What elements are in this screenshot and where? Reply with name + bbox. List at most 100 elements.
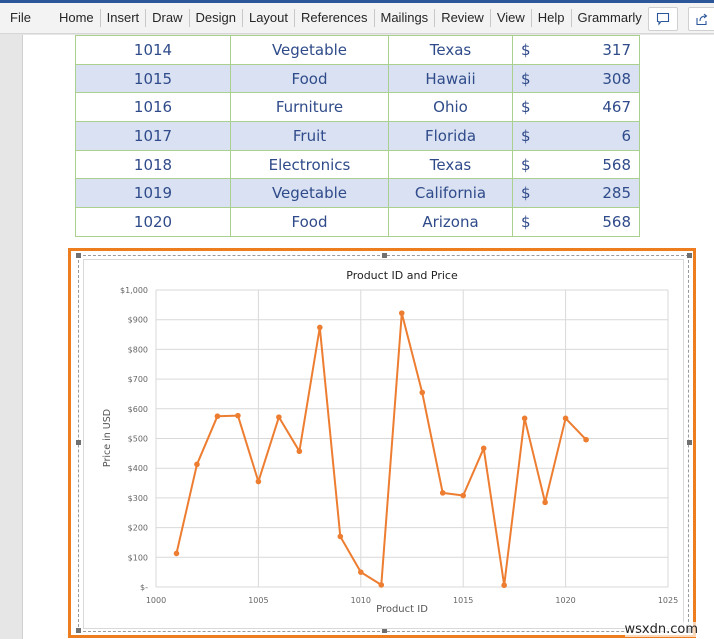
data-point <box>173 550 180 557</box>
cell-state[interactable]: Florida <box>388 121 513 151</box>
share-icon <box>696 13 708 26</box>
cell-state[interactable]: California <box>388 178 513 209</box>
y-tick-label: $200 <box>128 524 148 533</box>
cell-product-id[interactable]: 1014 <box>75 35 231 65</box>
currency-symbol: $ <box>521 155 531 174</box>
price-amount: 467 <box>602 98 631 117</box>
data-point <box>194 461 200 468</box>
data-point <box>276 414 282 420</box>
resize-handle-bottom-left[interactable] <box>76 628 81 633</box>
ribbon-tabs: File Home Insert Draw Design Layout Refe… <box>0 3 714 34</box>
chart-title: Product ID and Price <box>346 269 458 282</box>
cell-price[interactable]: $568 <box>512 149 640 180</box>
cell-category[interactable]: Food <box>230 63 389 94</box>
price-amount: 568 <box>602 155 631 174</box>
cell-product-id[interactable]: 1015 <box>75 63 231 94</box>
cell-category[interactable]: Fruit <box>230 121 389 151</box>
cell-category[interactable]: Electronics <box>230 149 389 180</box>
cell-price[interactable]: $308 <box>512 63 640 94</box>
price-amount: 568 <box>602 212 631 231</box>
scatter-chart: $- $100 $200 $300 $400 $500 $600 $700 $800 $900 $1… <box>102 269 678 615</box>
data-point <box>235 412 241 419</box>
tab-help[interactable]: Help <box>532 9 572 27</box>
chart-selection-frame[interactable]: $- $100 $200 $300 $400 $500 $600 $700 $800 $900 $1… <box>68 248 696 638</box>
y-tick-label: $500 <box>128 435 148 444</box>
x-tick-label: 1010 <box>351 596 371 605</box>
document-page[interactable]: 1014 Vegetable Texas $317 1015 Food Hawaii $308… <box>22 35 714 639</box>
share-button[interactable] <box>688 7 714 31</box>
tab-insert[interactable]: Insert <box>101 9 147 27</box>
cell-price[interactable]: $6 <box>512 121 640 151</box>
resize-handle-top[interactable] <box>382 253 387 258</box>
y-tick-label: $100 <box>128 553 148 562</box>
data-point <box>439 490 446 496</box>
cell-product-id[interactable]: 1017 <box>75 121 231 151</box>
y-tick-label: $- <box>140 583 148 592</box>
cell-category[interactable]: Vegetable <box>230 178 389 209</box>
currency-symbol: $ <box>521 98 531 117</box>
y-tick-label: $700 <box>128 375 148 384</box>
tab-references[interactable]: References <box>295 9 375 27</box>
table-row: 1017 Fruit Florida $6 <box>75 121 640 151</box>
y-axis-title: Price in USD <box>102 409 113 467</box>
x-tick-label: 1015 <box>453 596 473 605</box>
data-point <box>255 478 262 485</box>
cell-state[interactable]: Ohio <box>388 92 513 123</box>
x-axis-title: Product ID <box>376 604 428 615</box>
cell-price[interactable]: $285 <box>512 178 640 209</box>
data-point <box>562 415 569 422</box>
data-point <box>521 415 528 422</box>
cell-product-id[interactable]: 1016 <box>75 92 231 123</box>
y-tick-label: $400 <box>128 464 148 473</box>
cell-state[interactable]: Texas <box>388 35 513 65</box>
tab-view[interactable]: View <box>491 9 532 27</box>
cell-category[interactable]: Vegetable <box>230 35 389 65</box>
data-point <box>378 582 385 588</box>
cell-state[interactable]: Hawaii <box>388 63 513 94</box>
resize-handle-left[interactable] <box>76 440 81 445</box>
data-point <box>317 324 323 331</box>
tab-design[interactable]: Design <box>190 9 243 27</box>
tab-review[interactable]: Review <box>435 9 491 27</box>
cell-category[interactable]: Furniture <box>230 92 389 123</box>
table-row: 1019 Vegetable California $285 <box>75 178 640 209</box>
cell-product-id[interactable]: 1020 <box>75 207 231 237</box>
cell-product-id[interactable]: 1018 <box>75 149 231 180</box>
x-tick-label: 1005 <box>248 596 268 605</box>
tab-draw[interactable]: Draw <box>146 9 190 27</box>
comments-button[interactable] <box>648 7 678 31</box>
resize-handle-top-left[interactable] <box>76 253 81 258</box>
tab-grammarly[interactable]: Grammarly <box>572 9 649 27</box>
data-point <box>296 448 303 455</box>
y-tick-label: $300 <box>128 494 148 503</box>
cell-price[interactable]: $467 <box>512 92 640 123</box>
table-row: 1016 Furniture Ohio $467 <box>75 92 640 123</box>
data-point <box>501 582 507 589</box>
y-tick-label: $1,000 <box>120 286 148 295</box>
tab-file[interactable]: File <box>0 9 39 27</box>
tab-mailings[interactable]: Mailings <box>375 9 436 27</box>
x-tick-label: 1025 <box>658 596 678 605</box>
chart-area[interactable]: $- $100 $200 $300 $400 $500 $600 $700 $800 $900 $1… <box>83 259 684 629</box>
watermark: wsxdn.com <box>624 622 698 637</box>
cell-price[interactable]: $317 <box>512 35 640 65</box>
cell-state[interactable]: Arizona <box>388 207 513 237</box>
x-tick-label: 1000 <box>146 596 166 605</box>
cell-category[interactable]: Food <box>230 207 389 237</box>
currency-symbol: $ <box>521 40 531 59</box>
cell-price[interactable]: $568 <box>512 207 640 237</box>
price-amount: 308 <box>602 69 631 88</box>
data-point <box>398 310 405 316</box>
data-point <box>419 389 426 396</box>
table-row: 1015 Food Hawaii $308 <box>75 63 640 94</box>
tab-home[interactable]: Home <box>53 9 101 27</box>
x-tick-label: 1020 <box>555 596 575 605</box>
cell-product-id[interactable]: 1019 <box>75 178 231 209</box>
resize-handle-right[interactable] <box>687 440 692 445</box>
cell-state[interactable]: Texas <box>388 149 513 180</box>
data-point <box>460 492 467 499</box>
data-point <box>542 499 548 506</box>
tab-layout[interactable]: Layout <box>243 9 296 27</box>
resize-handle-top-right[interactable] <box>687 253 692 258</box>
currency-symbol: $ <box>521 184 531 203</box>
